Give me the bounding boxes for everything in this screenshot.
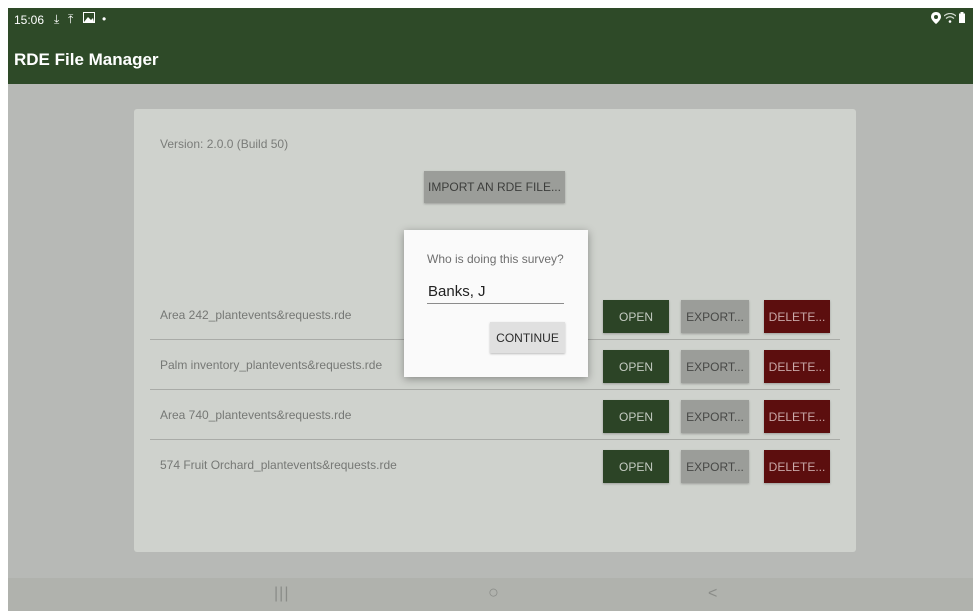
file-row: 574 Fruit Orchard_plantevents&requests.r…	[150, 440, 840, 490]
delete-button[interactable]: DELETE...	[764, 400, 830, 433]
app-title: RDE File Manager	[14, 50, 159, 69]
wifi-icon	[943, 12, 957, 26]
import-rde-file-button[interactable]: IMPORT AN RDE FILE...	[424, 171, 565, 203]
export-button[interactable]: EXPORT...	[681, 450, 749, 483]
navigation-bar: ||| ○ <	[8, 578, 973, 611]
image-icon	[83, 12, 95, 26]
file-name: Palm inventory_plantevents&requests.rde	[160, 358, 383, 372]
status-bar: 15:06 ⤓ ⤒ •	[8, 8, 973, 32]
open-button[interactable]: OPEN	[603, 450, 669, 483]
open-button[interactable]: OPEN	[603, 300, 669, 333]
continue-button[interactable]: CONTINUE	[490, 322, 565, 353]
screen: 15:06 ⤓ ⤒ • RDE File Manager Version: 2.…	[8, 8, 973, 611]
back-icon[interactable]: <	[708, 585, 717, 603]
open-button[interactable]: OPEN	[603, 400, 669, 433]
home-icon[interactable]: ○	[488, 583, 499, 601]
battery-icon	[959, 12, 965, 26]
delete-button[interactable]: DELETE...	[764, 300, 830, 333]
status-time: 15:06	[14, 13, 45, 27]
surveyor-name-input[interactable]	[427, 280, 564, 304]
file-name: Area 740_plantevents&requests.rde	[160, 408, 352, 422]
survey-user-dialog: Who is doing this survey? CONTINUE	[404, 230, 588, 377]
app-bar: 15:06 ⤓ ⤒ • RDE File Manager	[8, 8, 973, 84]
export-button[interactable]: EXPORT...	[681, 400, 749, 433]
file-name: Area 242_plantevents&requests.rde	[160, 308, 352, 322]
open-button[interactable]: OPEN	[603, 350, 669, 383]
dot-icon: •	[102, 12, 107, 26]
export-button[interactable]: EXPORT...	[681, 300, 749, 333]
upload-icon: ⤒	[68, 12, 74, 26]
location-icon	[931, 12, 941, 27]
download-icon: ⤓	[54, 12, 60, 26]
delete-button[interactable]: DELETE...	[764, 350, 830, 383]
version-label: Version: 2.0.0 (Build 50)	[160, 137, 289, 151]
file-row: Area 740_plantevents&requests.rde OPEN E…	[150, 390, 840, 440]
export-button[interactable]: EXPORT...	[681, 350, 749, 383]
file-name: 574 Fruit Orchard_plantevents&requests.r…	[160, 458, 397, 472]
recents-icon[interactable]: |||	[274, 585, 289, 603]
delete-button[interactable]: DELETE...	[764, 450, 830, 483]
dialog-title: Who is doing this survey?	[427, 252, 564, 266]
